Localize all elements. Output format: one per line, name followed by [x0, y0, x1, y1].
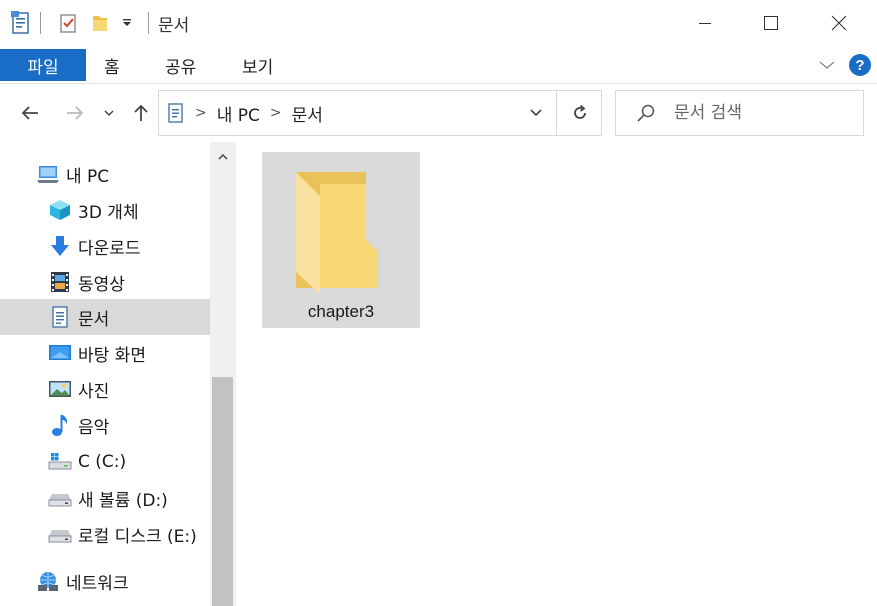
sidebar-item-label: 음악 — [78, 417, 110, 438]
sidebar-item-desktop[interactable]: 바탕 화면 — [0, 335, 210, 371]
recent-locations-button[interactable] — [96, 98, 122, 128]
cube-3d-icon — [48, 198, 72, 222]
sidebar-item-videos[interactable]: 동영상 — [0, 264, 210, 300]
up-button[interactable] — [126, 98, 156, 128]
drive-icon — [48, 486, 72, 510]
address-bar[interactable]: > 내 PC > 문서 — [158, 90, 602, 136]
arrow-up-icon — [134, 104, 148, 121]
refresh-button[interactable] — [556, 91, 602, 135]
window-title: 문서 — [158, 16, 190, 36]
picture-icon — [48, 377, 72, 401]
network-icon — [36, 569, 60, 593]
chevron-down-icon — [819, 61, 835, 69]
refresh-icon — [573, 104, 586, 119]
back-button[interactable] — [15, 98, 45, 128]
customize-toolbar-chevron-icon[interactable] — [116, 10, 138, 36]
separator — [148, 12, 149, 34]
sidebar-item-drive-e[interactable]: 로컬 디스크 (E:) — [0, 516, 210, 552]
computer-icon — [36, 162, 60, 186]
title-bar: 문서 — [0, 0, 877, 46]
search-box[interactable] — [615, 90, 864, 136]
sidebar-scrollbar[interactable] — [210, 142, 235, 606]
address-history-button[interactable] — [517, 91, 555, 135]
close-button[interactable] — [810, 0, 868, 46]
maximize-icon — [764, 16, 778, 30]
document-icon — [167, 103, 185, 123]
chevron-down-icon — [530, 109, 542, 117]
maximize-button[interactable] — [742, 0, 800, 46]
sidebar-item-label: 로컬 디스크 (E:) — [78, 526, 197, 547]
download-arrow-icon — [48, 234, 72, 258]
music-note-icon — [48, 413, 72, 437]
scroll-thumb[interactable] — [212, 377, 233, 606]
sidebar-item-3d-objects[interactable]: 3D 개체 — [0, 192, 210, 228]
help-icon: ? — [849, 54, 871, 76]
properties-icon[interactable] — [56, 10, 82, 36]
search-input[interactable] — [674, 101, 854, 125]
expand-ribbon-button[interactable] — [816, 52, 838, 78]
arrow-left-icon — [21, 106, 38, 120]
ribbon-tabs: 파일 홈 공유 보기 ? — [0, 46, 877, 84]
document-icon — [48, 305, 72, 329]
sidebar-item-label: 사진 — [78, 381, 110, 402]
navigation-pane: 내 PC 3D 개체 다운로드 동영상 문서 바탕 화면 사진 음악 C (C:… — [0, 142, 210, 606]
sidebar-item-music[interactable]: 음악 — [0, 407, 210, 443]
separator — [40, 12, 41, 34]
breadcrumb-separator-icon[interactable]: > — [195, 105, 207, 121]
breadcrumb-separator-icon[interactable]: > — [270, 105, 282, 121]
folder-item[interactable]: chapter3 — [262, 152, 420, 328]
sidebar-item-label: C (C:) — [78, 452, 127, 472]
drive-icon — [48, 522, 72, 546]
minimize-icon — [699, 23, 711, 24]
windows-drive-icon — [48, 450, 72, 474]
sidebar-item-this-pc[interactable]: 내 PC — [0, 156, 210, 192]
folder-name: chapter3 — [307, 302, 375, 321]
breadcrumb-this-pc[interactable]: 내 PC — [217, 101, 260, 126]
close-icon — [831, 15, 847, 31]
breadcrumb-documents[interactable]: 문서 — [292, 101, 323, 126]
arrow-right-icon — [67, 106, 84, 120]
folder-icon — [290, 166, 390, 301]
sidebar-item-documents[interactable]: 문서 — [0, 299, 210, 335]
tab-view[interactable]: 보기 — [242, 46, 273, 84]
search-icon — [636, 103, 656, 128]
desktop-icon — [48, 341, 72, 365]
app-document-icon[interactable] — [8, 10, 34, 36]
sidebar-item-pictures[interactable]: 사진 — [0, 371, 210, 407]
sidebar-item-network[interactable]: 네트워크 — [0, 563, 210, 599]
tab-share[interactable]: 공유 — [165, 46, 196, 84]
sidebar-item-label: 다운로드 — [78, 238, 141, 259]
sidebar-item-label: 3D 개체 — [78, 202, 139, 223]
navigation-bar: > 내 PC > 문서 — [0, 84, 877, 142]
sidebar-item-label: 문서 — [78, 309, 110, 330]
tab-file[interactable]: 파일 — [0, 49, 86, 81]
minimize-button[interactable] — [676, 0, 734, 46]
sidebar-item-label: 바탕 화면 — [78, 345, 146, 366]
sidebar-item-label: 네트워크 — [66, 573, 129, 594]
scroll-up-button[interactable] — [210, 142, 235, 172]
tab-home[interactable]: 홈 — [104, 46, 120, 84]
sidebar-item-label: 내 PC — [66, 166, 110, 187]
new-folder-icon[interactable] — [88, 10, 112, 36]
sidebar-item-drive-d[interactable]: 새 볼륨 (D:) — [0, 480, 210, 516]
sidebar-item-label: 새 볼륨 (D:) — [78, 490, 168, 511]
sidebar-item-label: 동영상 — [78, 274, 125, 295]
chevron-down-icon — [104, 110, 114, 117]
sidebar-item-drive-c[interactable]: C (C:) — [0, 444, 210, 480]
film-icon — [48, 270, 72, 294]
chevron-up-icon — [217, 153, 228, 160]
help-button[interactable]: ? — [848, 52, 872, 78]
file-list: chapter3 — [236, 142, 877, 606]
sidebar-item-downloads[interactable]: 다운로드 — [0, 228, 210, 264]
forward-button[interactable] — [60, 98, 90, 128]
